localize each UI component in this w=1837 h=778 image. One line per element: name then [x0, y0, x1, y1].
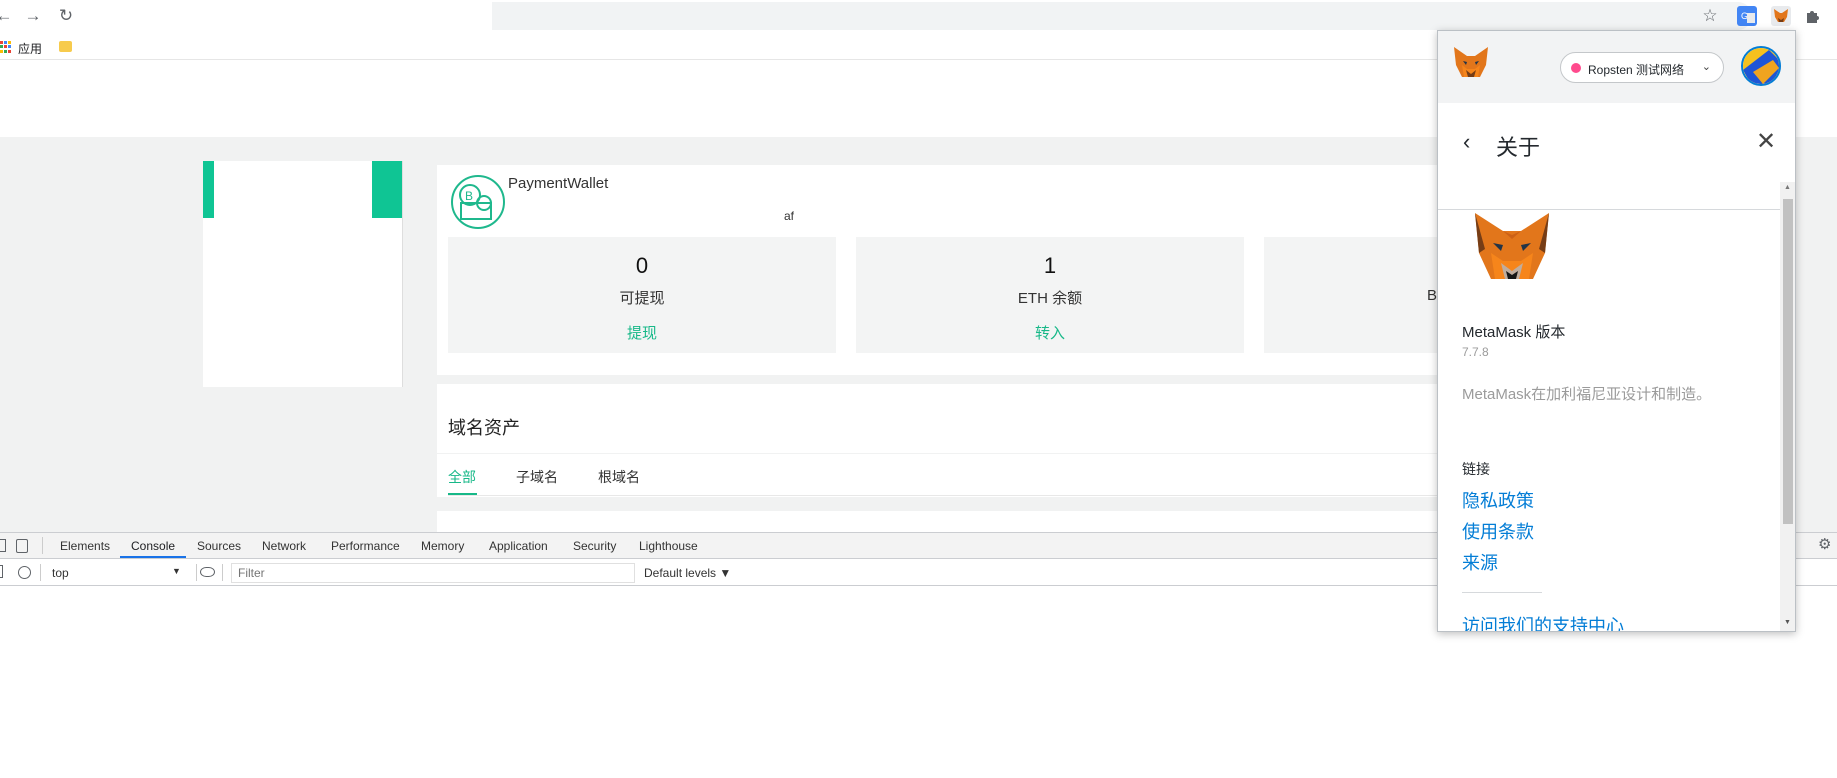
- divider: [196, 564, 197, 581]
- privacy-policy-link[interactable]: 隐私政策: [1462, 487, 1534, 513]
- folder-icon[interactable]: [59, 41, 72, 52]
- clear-console-icon[interactable]: [18, 566, 31, 579]
- side-menu-divider: [402, 161, 403, 387]
- chevron-left-icon[interactable]: ‹: [1463, 131, 1470, 153]
- assets-list: [448, 511, 1438, 532]
- network-selector[interactable]: Ropsten 测试网络 ⌄: [1560, 52, 1724, 83]
- terms-of-use-link[interactable]: 使用条款: [1462, 518, 1534, 544]
- inspect-icon[interactable]: [0, 539, 6, 552]
- version-number: 7.7.8: [1462, 345, 1489, 359]
- metamask-popup: Ropsten 测试网络 ⌄ ‹ 关于 ✕ MetaMask 版本 7.7.8: [1437, 30, 1796, 632]
- arrow-right-icon[interactable]: →: [23, 6, 43, 26]
- tab-console[interactable]: Console: [131, 539, 175, 553]
- address-bar[interactable]: [82, 2, 492, 30]
- context-selector[interactable]: top: [52, 566, 69, 580]
- tab-sources[interactable]: Sources: [197, 539, 241, 553]
- stat-value: 0: [635, 253, 649, 278]
- puzzle-icon[interactable]: [1803, 6, 1823, 26]
- assets-gap: [437, 497, 1437, 511]
- svg-text:B: B: [465, 189, 473, 203]
- tab-subdomains[interactable]: 子域名: [516, 467, 558, 487]
- version-label: MetaMask 版本: [1462, 324, 1566, 341]
- tab-lighthouse[interactable]: Lighthouse: [639, 539, 698, 553]
- tab-network[interactable]: Network: [262, 539, 306, 553]
- stat-card-withdrawable: 0 可提现 提现: [448, 237, 836, 353]
- device-toggle-icon[interactable]: [16, 539, 28, 553]
- reload-icon[interactable]: ↻: [56, 6, 76, 26]
- side-menu-accent: [372, 161, 402, 218]
- apps-grid-icon[interactable]: [0, 41, 11, 53]
- metamask-fox-icon[interactable]: [1771, 6, 1791, 26]
- apps-bookmark-label[interactable]: 应用: [18, 40, 42, 57]
- deposit-link[interactable]: 转入: [856, 322, 1244, 343]
- divider: [222, 564, 223, 581]
- links-heading: 链接: [1462, 461, 1490, 477]
- tabs-divider: [448, 495, 1438, 496]
- sidebar-toggle-icon[interactable]: [0, 565, 3, 578]
- address-bar-field[interactable]: [492, 2, 1752, 30]
- eye-icon[interactable]: [200, 567, 215, 577]
- metamask-fox-logo: [1471, 209, 1553, 289]
- stat-value: 1: [1043, 253, 1057, 278]
- stat-label: 可提现: [619, 290, 665, 307]
- tab-application[interactable]: Application: [489, 539, 548, 553]
- network-status-dot: [1571, 63, 1581, 73]
- chevron-down-icon: ⌄: [1701, 61, 1711, 73]
- metamask-header: Ropsten 测试网络 ⌄: [1438, 31, 1795, 103]
- page-title: 关于: [1496, 135, 1541, 160]
- divider: [437, 453, 1437, 454]
- side-menu-panel: [214, 161, 372, 387]
- browser-toolbar: ← → ↻ ☆ G: [0, 0, 1837, 32]
- domain-assets-title: 域名资产: [448, 418, 520, 438]
- stat-card-eth-balance: 1 ETH 余额 转入: [856, 237, 1244, 353]
- account-avatar[interactable]: [1741, 46, 1781, 86]
- gear-icon[interactable]: ⚙: [1818, 537, 1834, 553]
- divider: [1462, 592, 1542, 593]
- arrow-left-icon[interactable]: ←: [0, 6, 14, 26]
- chevron-down-icon[interactable]: ▼: [172, 566, 181, 576]
- metamask-title-bar: [1438, 103, 1795, 210]
- star-icon[interactable]: ☆: [1700, 6, 1720, 26]
- svg-text:G: G: [1741, 11, 1748, 21]
- support-center-link[interactable]: 访问我们的支持中心: [1462, 612, 1624, 631]
- wallet-logo-icon: B: [451, 175, 505, 229]
- tab-elements[interactable]: Elements: [60, 539, 110, 553]
- source-link[interactable]: 来源: [1462, 549, 1498, 575]
- wallet-subtitle: af: [784, 209, 795, 223]
- side-menu-accent: [203, 161, 214, 218]
- tab-all[interactable]: 全部: [448, 467, 476, 487]
- wallet-name: PaymentWallet: [508, 175, 609, 192]
- scroll-down-arrow-icon[interactable]: ▼: [1784, 619, 1791, 626]
- close-icon[interactable]: ✕: [1756, 130, 1776, 154]
- active-tab-indicator: [448, 493, 477, 495]
- tab-performance[interactable]: Performance: [331, 539, 400, 553]
- metamask-fox-icon[interactable]: [1452, 45, 1490, 81]
- translate-icon[interactable]: G: [1737, 6, 1757, 26]
- tab-root-domains[interactable]: 根域名: [598, 467, 640, 487]
- withdraw-link[interactable]: 提现: [448, 322, 836, 343]
- scrollbar-thumb[interactable]: [1783, 199, 1793, 524]
- divider: [40, 564, 41, 581]
- stat-label: BA: [1427, 287, 1447, 304]
- log-levels-dropdown[interactable]: Default levels ▼: [644, 566, 731, 580]
- divider: [42, 537, 43, 554]
- tab-security[interactable]: Security: [573, 539, 616, 553]
- made-in-text: MetaMask在加利福尼亚设计和制造。: [1462, 386, 1712, 403]
- scroll-up-arrow-icon[interactable]: ▲: [1784, 184, 1791, 191]
- network-label: Ropsten 测试网络: [1588, 63, 1685, 77]
- stat-label: ETH 余额: [1017, 290, 1083, 307]
- active-tab-indicator: [120, 556, 186, 558]
- tab-memory[interactable]: Memory: [421, 539, 464, 553]
- console-filter-input[interactable]: [231, 563, 635, 583]
- stat-card-third: BA: [1264, 237, 1447, 353]
